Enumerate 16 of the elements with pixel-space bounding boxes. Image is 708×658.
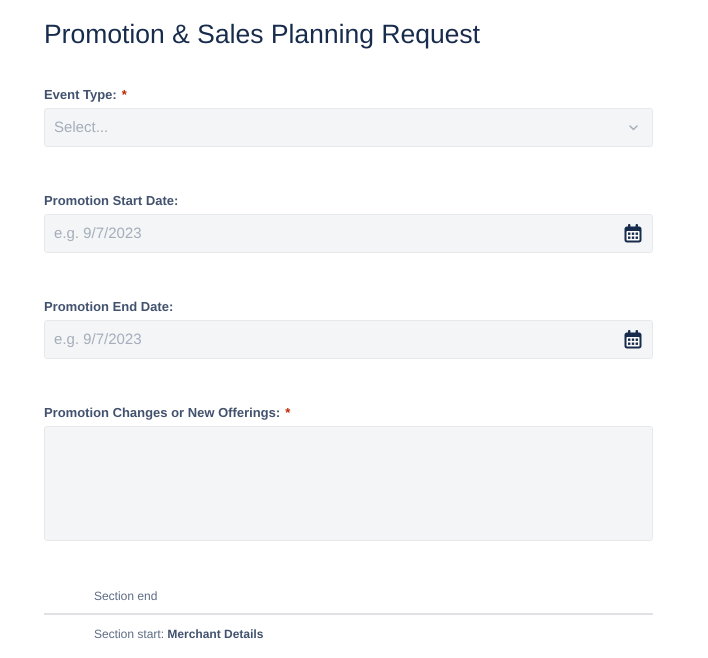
text-area-field[interactable] <box>44 426 653 541</box>
date-field[interactable]: e.g. 9/7/2023 <box>44 214 653 253</box>
field-label: Event Type: <box>44 86 117 102</box>
form-title: Promotion & Sales Planning Request <box>44 18 482 51</box>
section-start-label: Section start: Merchant Details <box>94 627 264 641</box>
required-mark: * <box>122 86 127 102</box>
calendar-icon <box>624 330 642 349</box>
calendar-icon <box>624 224 642 243</box>
field-label: Promotion End Date: <box>44 298 174 314</box>
section-end-label: Section end <box>94 589 158 603</box>
select-field[interactable]: Select... <box>44 108 653 147</box>
field-label: Promotion Changes or New Offerings: <box>44 404 280 420</box>
required-mark: * <box>285 404 290 420</box>
chevron-down-icon <box>629 124 638 130</box>
date-field[interactable]: e.g. 9/7/2023 <box>44 320 653 359</box>
field-label: Promotion Start Date: <box>44 192 178 208</box>
